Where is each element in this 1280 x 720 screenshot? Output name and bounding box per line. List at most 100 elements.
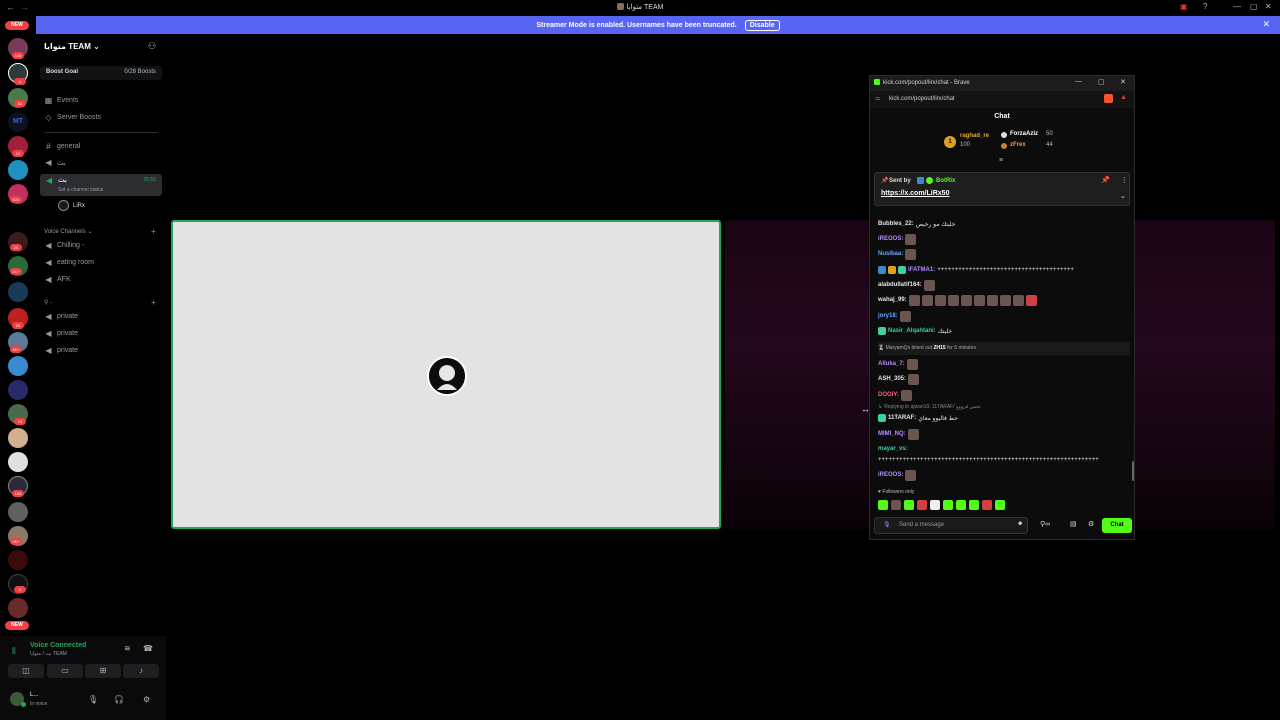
emote[interactable] [878,500,888,510]
leaderboard[interactable]: 1 raghad_re 100 ForzaAziz 50 zFrex 44 ≡ [870,126,1134,166]
channel-private-3[interactable]: ◀ private [44,346,78,355]
more-options-icon[interactable]: ⋮ [1121,176,1128,184]
chat-message[interactable]: Nusibaa: [878,248,917,260]
gear-icon[interactable]: ⚙ [1088,520,1094,528]
pinned-link[interactable]: https://x.com/LiRx50 [881,190,949,197]
server-icon[interactable] [8,550,28,570]
chat-message[interactable]: iREOOS: [878,469,917,481]
minimize-button[interactable]: — [1233,2,1241,11]
voice-connected-label[interactable]: Voice Connected [30,642,86,649]
voice-channels-category[interactable]: Voice Channels ⌄ [44,228,92,235]
microphone-icon[interactable]: 🎙 [88,695,98,704]
chat-message[interactable]: Bubbles_22: خليتك مو رخيص [878,218,955,230]
banner-close-icon[interactable]: ✕ [1262,19,1270,30]
camera-off-icon: ◫ [22,666,30,675]
chat-message[interactable]: DOOIY: [878,389,912,401]
inbox-icon[interactable]: ▣ [1180,2,1188,11]
collapse-icon[interactable]: ≡ [999,157,1003,164]
noise-suppression-icon[interactable]: ≋ [124,644,131,653]
events-item[interactable]: ▦ Events [44,96,79,105]
popout-address-bar[interactable]: ⚌ kick.com/popout/lirx/chat ▲ [870,91,1134,108]
emote[interactable] [891,500,901,510]
guild-name[interactable]: متوايا TEAM ⌄ [44,42,100,51]
chat-scrollbar[interactable] [1132,461,1134,481]
maximize-button[interactable]: ▢ [1250,2,1258,11]
chat-message[interactable]: iFATMA1: ++++++++++++++++++++++++++++++++… [878,264,1074,276]
emote[interactable] [917,500,927,510]
minimize-button[interactable]: — [1075,78,1082,85]
chat-message[interactable]: jory18: [878,310,911,322]
send-message-input[interactable]: 🎙 Send a message ☻ [874,517,1028,534]
chat-message[interactable]: wahaj_99: [878,294,1037,306]
emote[interactable] [995,500,1005,510]
unpin-icon[interactable]: 📌 [1101,176,1110,184]
dash-category[interactable]: ⚲ - [44,299,52,306]
emote-quickbar [878,500,1005,510]
chat-message[interactable]: 11TARAF: حط فاليوو معاي [878,412,958,424]
server-icon[interactable] [8,428,28,448]
emote[interactable] [904,500,914,510]
camera-off-button[interactable]: ◫ [8,664,44,678]
emote[interactable] [982,500,992,510]
site-settings-icon[interactable]: ⚌ [875,95,880,102]
activities-button[interactable]: ⊞ [85,664,121,678]
send-chat-button[interactable]: Chat [1102,518,1132,533]
channel-chilling[interactable]: ◀ Chilling - [44,241,84,250]
server-icon-mt[interactable]: MT [8,112,28,132]
headphones-icon[interactable]: 🎧 [114,695,124,704]
gift-icon[interactable]: ▤ [1070,520,1077,528]
channel-status-hint[interactable]: Set a channel status [58,187,103,193]
microphone-icon[interactable]: 🎙 [883,521,891,528]
channel-voice-bath[interactable]: ◀ بث [44,158,65,167]
silver-medal-icon [1001,132,1007,138]
screen-share-icon: ▭ [61,666,69,675]
server-icon[interactable] [8,502,28,522]
help-icon[interactable]: ? [1203,2,1207,11]
pinned-message[interactable]: 📌 Sent by BotRix https://x.com/LiRx50 📌 … [874,172,1130,206]
chat-message[interactable]: ++++++++++++++++++++++++++++++++++++++++… [878,454,1099,466]
server-icon[interactable] [8,380,28,400]
chat-message[interactable]: ASH_305: [878,373,920,385]
chat-tools-icon[interactable]: ⚲∞ [1040,520,1050,528]
emote[interactable] [943,500,953,510]
brave-shields-icon[interactable] [1104,94,1113,103]
channel-private-2[interactable]: ◀ private [44,329,78,338]
server-icon [616,3,624,10]
chevron-down-icon[interactable]: ⌄ [1120,192,1126,200]
video-tile-self[interactable] [171,220,721,529]
server-icon[interactable] [8,356,28,376]
chat-message[interactable]: MIMI_NQ: [878,428,919,440]
disconnect-icon[interactable]: ☎ [143,644,153,653]
chat-message[interactable]: Nasir_Alqahtani: خليتك [878,325,952,337]
chat-message[interactable]: Alluka_7: [878,358,918,370]
brave-rewards-icon[interactable]: ▲ [1120,94,1127,101]
server-icon[interactable] [8,598,28,618]
server-icon[interactable] [8,282,28,302]
channel-general[interactable]: # general [44,142,80,151]
server-icon[interactable] [8,452,28,472]
soundboard-button[interactable]: ♪ [123,664,159,678]
screen-share-button[interactable]: ▭ [47,664,83,678]
voice-member[interactable]: LiRx [58,200,85,211]
emote[interactable] [930,500,940,510]
emoji-icon[interactable]: ☻ [1017,521,1023,527]
maximize-button[interactable]: ▢ [1098,78,1105,86]
active-voice-channel[interactable]: ◀ بث 25:56 Set a channel status [40,174,162,196]
gear-icon[interactable]: ⚙ [143,695,150,704]
emote[interactable] [956,500,966,510]
add-channel-icon[interactable]: + [151,227,156,236]
add-channel-icon[interactable]: + [151,298,156,307]
emote[interactable] [969,500,979,510]
server-boosts-item[interactable]: ◇ Server Boosts [44,113,101,122]
channel-eating-room[interactable]: ◀ eating room [44,258,94,267]
chat-message[interactable]: alabdullatif164: [878,279,935,291]
channel-afk[interactable]: ◀ AFK [44,275,70,284]
close-button[interactable]: ✕ [1265,2,1272,11]
invite-people-icon[interactable]: ⚇ [148,41,156,52]
close-button[interactable]: ✕ [1120,78,1126,86]
disable-streamer-mode-button[interactable]: Disable [744,19,780,31]
server-icon[interactable] [8,160,28,180]
boost-goal-bar[interactable]: Boost Goal 0/28 Boosts [40,66,162,80]
chat-message[interactable]: iREOOS: [878,233,917,245]
channel-private-1[interactable]: ◀ private [44,312,78,321]
